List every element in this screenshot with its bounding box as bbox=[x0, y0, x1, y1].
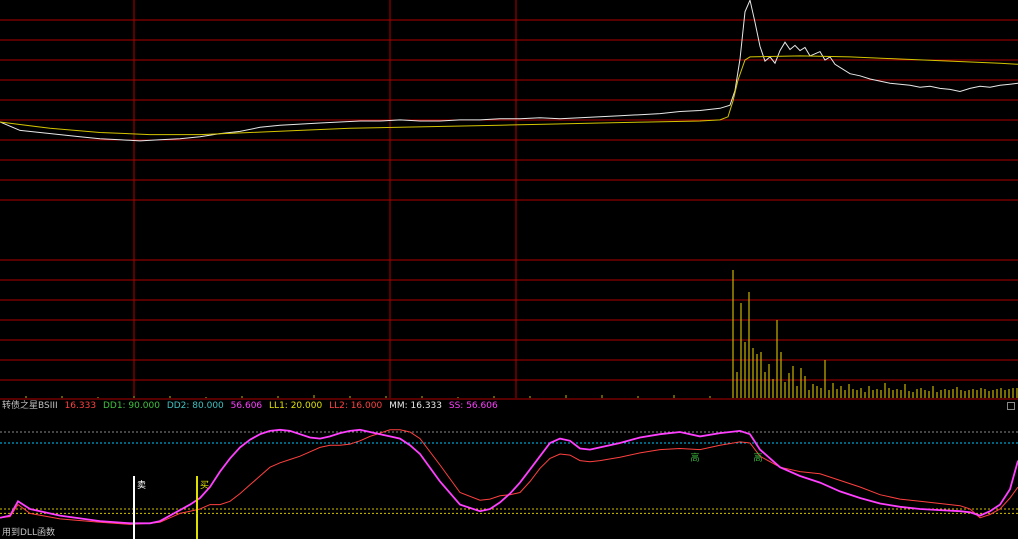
signal-marker-label: 买 bbox=[200, 480, 209, 491]
legend-item: 56.606 bbox=[230, 401, 263, 411]
signal-marker-label: 卖 bbox=[137, 480, 146, 491]
indicator-annotations: 高高 bbox=[690, 452, 762, 464]
indicator-markers: 卖买 bbox=[133, 476, 209, 539]
legend-item: DD2: 80.000 bbox=[166, 401, 224, 411]
panel-toggle-box[interactable] bbox=[1007, 402, 1015, 410]
chart-root: 卖买 高高 bbox=[0, 0, 1018, 539]
average-price-line bbox=[0, 55, 1018, 136]
legend-item: DD1: 90.000 bbox=[102, 401, 160, 411]
mm-line bbox=[0, 429, 1018, 525]
indicator-legend: 转债之星BSIII 16.333 DD1: 90.000 DD2: 80.000… bbox=[2, 400, 502, 412]
legend-item: 16.333 bbox=[64, 401, 97, 411]
indicator-hlines bbox=[0, 431, 1018, 514]
grid-volume bbox=[0, 259, 1018, 400]
indicator-lines bbox=[0, 428, 1018, 525]
high-annotation: 高 bbox=[690, 452, 699, 464]
indicator-title: 转债之星BSIII bbox=[2, 401, 58, 411]
grid-price bbox=[0, 0, 1018, 398]
volume-bars bbox=[25, 270, 1018, 398]
legend-item: SS: 56.606 bbox=[448, 401, 498, 411]
legend-item: LL2: 16.000 bbox=[329, 401, 383, 411]
legend-item: LL1: 20.000 bbox=[269, 401, 323, 411]
legend-item: MM: 16.333 bbox=[389, 401, 442, 411]
footer-note: 用到DLL函数 bbox=[2, 528, 55, 538]
high-annotation: 高 bbox=[753, 452, 762, 464]
